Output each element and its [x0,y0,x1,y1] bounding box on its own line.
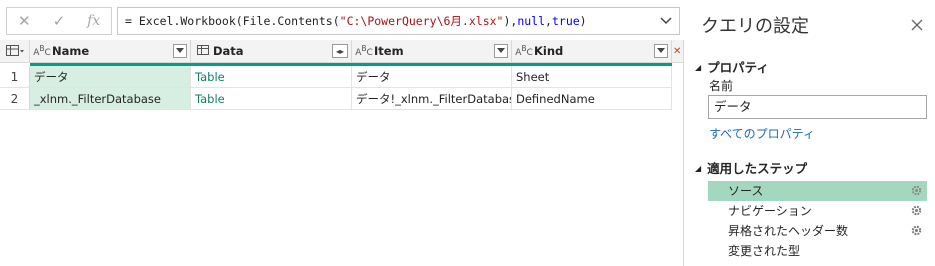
power-query-editor: ✕ ✓ fx = Excel.Workbook(File.Contents("C… [0,0,935,266]
step-source[interactable]: ソース [708,181,927,201]
filter-dropdown-icon[interactable] [494,44,508,58]
formula-path: "C:\PowerQuery\6月.xlsx" [339,14,504,28]
formula-prefix: = Excel.Workbook(File.Contents( [125,14,340,28]
cell-kind[interactable]: DefinedName [512,88,672,110]
step-navigation[interactable]: ナビゲーション [708,201,927,221]
query-name-input[interactable]: データ [708,95,927,119]
table-menu-button[interactable] [0,40,30,63]
header-overflow: ✕ [672,40,683,63]
cell-item[interactable]: データ!_xlnm._FilterDatabase [352,88,512,110]
step-label: ナビゲーション [728,204,812,218]
column-header-item[interactable]: ABC Item [352,40,512,63]
query-settings-pane: クエリの設定 ◢ プロパティ 名前 データ すべてのプロパティ ◢ 適用したステップ… [685,0,935,266]
gear-icon[interactable] [910,204,923,217]
data-grid: ABC Name Data ◂▸ ABC Item ABC Kind ✕ 1 デ… [0,40,684,266]
formula-arg-true: true [551,14,580,28]
filter-dropdown-icon[interactable] [654,44,668,58]
expand-column-icon[interactable]: ◂▸ [332,44,348,58]
step-promoted-headers[interactable]: 昇格されたヘッダー数 [708,221,927,241]
column-header-data[interactable]: Data ◂▸ [191,40,352,63]
chevron-down-icon[interactable] [659,13,673,29]
cell-data-link[interactable]: Table [191,66,352,88]
pane-title: クエリの設定 [701,16,809,37]
applied-steps-heading-label: 適用したステップ [707,161,808,176]
collapse-triangle-icon[interactable]: ◢ [695,63,701,72]
row-number[interactable]: 1 [0,66,30,88]
row-number[interactable]: 2 [0,88,30,110]
all-properties-link[interactable]: すべてのプロパティ [709,125,815,142]
formula-arg-null: null [517,14,546,28]
text-type-icon[interactable]: ABC [514,44,534,58]
filter-dropdown-icon[interactable] [173,44,187,58]
name-label: 名前 [709,79,734,93]
column-header-kind[interactable]: ABC Kind [512,40,672,63]
close-icon: ✕ [673,45,682,57]
formula-input[interactable]: = Excel.Workbook(File.Contents("C:\Power… [117,7,680,35]
properties-heading[interactable]: ◢ プロパティ [695,57,769,76]
column-item-label: Item [374,44,404,58]
gear-icon[interactable] [910,224,923,237]
cell-item[interactable]: データ [352,66,512,88]
step-changed-type[interactable]: 変更された型 [708,241,927,261]
column-name-label: Name [52,44,90,58]
step-label: 変更された型 [728,244,801,258]
formula-sep: , [545,14,552,28]
formula-suffix: ) [579,14,587,28]
column-kind-label: Kind [534,44,564,58]
text-type-icon[interactable]: ABC [354,44,374,58]
check-icon[interactable]: ✓ [45,12,73,30]
x-icon[interactable]: ✕ [10,12,38,30]
column-data-label: Data [213,44,244,58]
cell-name[interactable]: _xlnm._FilterDatabase [30,88,191,110]
table-icon [5,45,24,56]
cell-name[interactable]: データ [30,66,191,88]
table-type-icon[interactable] [193,44,213,58]
cell-data-link[interactable]: Table [191,88,352,110]
applied-steps-heading[interactable]: ◢ 適用したステップ [695,158,807,177]
column-header-name[interactable]: ABC Name [30,40,191,63]
step-label: 昇格されたヘッダー数 [728,224,849,238]
text-type-icon[interactable]: ABC [32,44,52,58]
fx-icon[interactable]: fx [80,13,108,29]
cell-kind[interactable]: Sheet [512,66,672,88]
step-label: ソース [728,184,764,198]
close-icon[interactable] [910,18,924,32]
formula-bar: ✕ ✓ fx = Excel.Workbook(File.Contents("C… [0,0,684,40]
formula-buttons: ✕ ✓ fx [6,7,112,35]
gear-icon[interactable] [910,184,923,197]
formula-middle: ), [503,14,518,28]
collapse-triangle-icon[interactable]: ◢ [695,164,701,173]
properties-heading-label: プロパティ [707,60,769,75]
